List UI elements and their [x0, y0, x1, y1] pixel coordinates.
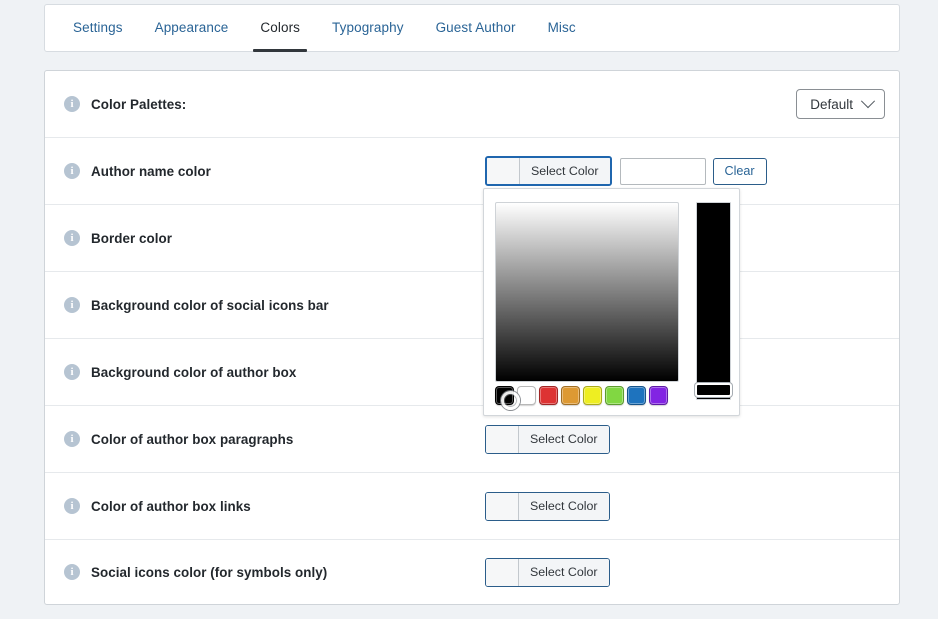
color-hex-input[interactable] — [619, 157, 706, 185]
color-preview-swatch — [486, 558, 519, 586]
row-label-group: i Color of author box paragraphs — [45, 431, 485, 447]
color-preview-swatch — [486, 425, 519, 453]
swatch-red[interactable] — [539, 386, 558, 405]
row-control-group: Select Color — [485, 557, 885, 587]
color-picker-popup — [483, 188, 740, 416]
tab-colors-label: Colors — [260, 20, 301, 35]
row-label-author-box-paragraphs: Color of author box paragraphs — [91, 431, 294, 447]
tab-misc-label: Misc — [547, 20, 576, 35]
tab-typography[interactable]: Typography — [316, 5, 420, 51]
swatch-yellow[interactable] — [583, 386, 602, 405]
hue-slider-strip[interactable] — [696, 202, 731, 400]
table-row: i Color of author box links Select Color — [45, 473, 899, 540]
tab-colors[interactable]: Colors — [244, 5, 316, 52]
tab-settings-label: Settings — [73, 20, 123, 35]
settings-page: Settings Appearance Colors Typography Gu… — [0, 0, 938, 619]
swatch-green[interactable] — [605, 386, 624, 405]
table-row: i Author name color Select Color Clear — [45, 138, 899, 205]
row-label-social-icons-color: Social icons color (for symbols only) — [91, 564, 328, 580]
tab-appearance[interactable]: Appearance — [139, 5, 245, 51]
row-control-group: Select Color — [485, 491, 885, 521]
row-label-group: i Social icons color (for symbols only) — [45, 564, 485, 580]
select-color-button-label: Select Color — [519, 492, 609, 520]
hue-slider-handle[interactable] — [695, 383, 732, 397]
color-palette-select[interactable]: Default — [796, 89, 885, 119]
row-label-author-name-color: Author name color — [91, 163, 211, 179]
info-icon[interactable]: i — [64, 431, 80, 447]
color-picker-handle-icon[interactable] — [501, 391, 520, 410]
info-icon[interactable]: i — [64, 498, 80, 514]
select-color-button-links[interactable]: Select Color — [485, 491, 610, 521]
colors-settings-panel: i Color Palettes: Default i Author name … — [44, 70, 900, 605]
row-label-group: i Color of author box links — [45, 498, 485, 514]
select-color-button-paragraphs[interactable]: Select Color — [485, 424, 610, 454]
tab-list: Settings Appearance Colors Typography Gu… — [45, 5, 899, 52]
tab-guest-author-label: Guest Author — [435, 20, 516, 35]
color-palette-select-value: Default — [810, 96, 853, 112]
select-color-button-label: Select Color — [519, 425, 609, 453]
select-color-button-label: Select Color — [519, 558, 609, 586]
row-control-group: Select Color — [485, 424, 885, 454]
table-row: i Border color — [45, 205, 899, 272]
info-icon[interactable]: i — [64, 230, 80, 246]
row-label-group: i Background color of social icons bar — [45, 297, 485, 313]
select-color-button-author-name[interactable]: Select Color — [485, 156, 612, 186]
tab-misc[interactable]: Misc — [532, 5, 592, 51]
saturation-value-square[interactable] — [495, 202, 679, 410]
row-label-border-color: Border color — [91, 230, 172, 246]
row-label-color-palettes: Color Palettes: — [91, 96, 187, 112]
info-icon[interactable]: i — [64, 364, 80, 380]
row-control-group: Default — [485, 89, 885, 119]
tab-settings[interactable]: Settings — [57, 5, 139, 51]
table-row: i Background color of author box — [45, 339, 899, 406]
table-row: i Color of author box paragraphs Select … — [45, 406, 899, 473]
row-label-group: i Background color of author box — [45, 364, 485, 380]
chevron-down-icon — [860, 94, 876, 109]
color-preview-swatch — [487, 158, 520, 184]
info-icon[interactable]: i — [64, 297, 80, 313]
tab-appearance-label: Appearance — [154, 20, 229, 35]
info-icon[interactable]: i — [64, 163, 80, 179]
row-label-group: i Border color — [45, 230, 485, 246]
row-label-group: i Author name color — [45, 163, 485, 179]
info-icon[interactable]: i — [64, 564, 80, 580]
color-swatch-list — [495, 386, 668, 405]
row-label-author-box-bg: Background color of author box — [91, 364, 297, 380]
row-label-author-box-links: Color of author box links — [91, 498, 251, 514]
swatch-purple[interactable] — [649, 386, 668, 405]
table-row: i Social icons color (for symbols only) … — [45, 540, 899, 604]
info-icon[interactable]: i — [64, 96, 80, 112]
clear-button[interactable]: Clear — [712, 157, 767, 185]
table-row: i Color Palettes: Default — [45, 71, 899, 138]
tab-guest-author[interactable]: Guest Author — [420, 5, 532, 51]
swatch-blue[interactable] — [627, 386, 646, 405]
row-label-group: i Color Palettes: — [45, 96, 485, 112]
swatch-orange[interactable] — [561, 386, 580, 405]
tab-typography-label: Typography — [332, 20, 404, 35]
select-color-button-label: Select Color — [520, 158, 610, 184]
select-color-button-social-icons[interactable]: Select Color — [485, 557, 610, 587]
tab-bar-card: Settings Appearance Colors Typography Gu… — [44, 4, 900, 52]
row-label-social-bar-bg: Background color of social icons bar — [91, 297, 329, 313]
table-row: i Background color of social icons bar — [45, 272, 899, 339]
color-preview-swatch — [486, 492, 519, 520]
row-control-group: Select Color Clear — [485, 156, 885, 186]
